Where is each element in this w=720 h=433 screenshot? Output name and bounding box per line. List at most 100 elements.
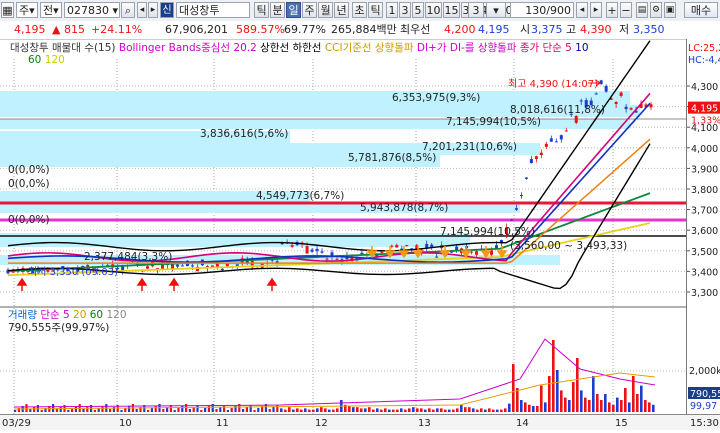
volume-bar-76: [584, 397, 587, 412]
volume-bar-69: [556, 370, 559, 412]
period-button-4[interactable]: 월: [318, 2, 333, 18]
volume-bar-90: [640, 385, 643, 412]
legend-series-lower: 하한선: [292, 42, 322, 54]
volume-bar-33: [412, 407, 415, 412]
volume-bar-early-14: [67, 410, 70, 412]
volume-bar-63: [532, 406, 535, 412]
price-info-bar: 4,195 ▲ 815 +24.11% 67,906,201 589.57% 6…: [0, 21, 720, 40]
stock-name-field: 대성창투: [176, 2, 250, 18]
candle-body-125: [629, 108, 633, 110]
candle-body-114: [574, 115, 578, 123]
volume-bar-67: [548, 376, 551, 412]
legend-series-ma10: 10: [575, 42, 589, 54]
time-label-0: 03/29: [2, 418, 31, 429]
low-price: 3,350: [633, 23, 665, 36]
volume-bar-64: [536, 406, 539, 412]
candle-body-43: [220, 268, 224, 271]
volume-bar-18: [352, 407, 355, 412]
price-chart[interactable]: 6,353,975(9,3%) 8,018,616(11,8%) 7,145,994…: [0, 39, 686, 414]
volume-bar-early-55: [223, 405, 226, 412]
volume-bar-early-62: [249, 405, 252, 412]
price-tick-label-6: 3,700: [691, 206, 718, 217]
price-tick-label-0: 4,300: [691, 82, 718, 93]
settings-icon[interactable]: ⚙: [650, 2, 662, 18]
candle-body-61: [310, 249, 314, 252]
count-select-value: 3: [472, 4, 480, 17]
candle-body-90: [455, 246, 459, 251]
volume-bar-61: [524, 402, 527, 412]
next-arrow-icon[interactable]: ▸: [148, 2, 158, 18]
volume-bar-39: [436, 408, 439, 412]
volume-bar-24: [376, 408, 379, 412]
volume-bar-43: [452, 409, 455, 412]
volume-bar-7: [308, 409, 311, 412]
prev-arrow-icon[interactable]: ◂: [137, 2, 147, 18]
mode-select[interactable]: 전▾: [40, 2, 62, 18]
volume-bar-58: [512, 364, 515, 412]
volume-bar-66: [544, 402, 547, 412]
interval-button-3[interactable]: 3: [399, 2, 411, 18]
volume-bar-54: [496, 409, 499, 412]
subperiod-button-1[interactable]: 틱: [368, 2, 383, 18]
volume-bar-5: [300, 409, 303, 412]
range-annotation: (3,560,00 ~ 3,493,33): [510, 240, 627, 252]
volume-profile-label-1: 8,018,616(11,8%): [510, 104, 605, 116]
volume-bar-48: [472, 408, 475, 412]
search-icon[interactable]: ⌕: [121, 2, 135, 18]
expand-icon[interactable]: +: [606, 2, 618, 18]
stock-code-input[interactable]: 027830 ▾: [64, 2, 120, 18]
grid-icon[interactable]: ▤: [636, 2, 648, 18]
candle-body-129: [649, 104, 653, 108]
volume-bar-82: [608, 402, 611, 412]
volume-bar-early-3: [25, 404, 28, 412]
volume-bar-14: [336, 408, 339, 412]
period-button-0[interactable]: 틱: [254, 2, 269, 18]
volume-bar-60: [520, 400, 523, 412]
interval-button-1[interactable]: 1: [386, 2, 398, 18]
volume-bar-early-54: [219, 407, 222, 412]
calendar-icon[interactable]: ▦: [1, 2, 14, 18]
scroll-right-icon[interactable]: ▸: [590, 2, 602, 18]
volume-bar-early-12: [59, 407, 62, 412]
volume-bar-37: [428, 408, 431, 412]
shrink-icon[interactable]: −: [620, 2, 632, 18]
toolbar: ▦ 주▾ 전▾ 027830 ▾ ⌕ ◂ ▸ 신 대성창투 틱분일주월년초틱13…: [0, 0, 720, 22]
candle-body-62: [315, 248, 319, 252]
volume-ma5: 5: [63, 309, 70, 321]
count-dropdown[interactable]: ▾: [486, 2, 506, 18]
buy-button[interactable]: 매수: [684, 2, 718, 18]
volume-profile-label-10: 0(0,0%): [8, 214, 50, 226]
volume-bar-46: [464, 407, 467, 412]
lock-icon[interactable]: ▣: [664, 2, 676, 18]
volume-bar-2: [288, 407, 291, 412]
legend-series-bollinger: Bollinger Bands중심선 20.2: [118, 42, 257, 54]
interval-button-10[interactable]: 10: [425, 2, 442, 18]
volume-bar-53: [492, 409, 495, 412]
candle-body-123: [619, 92, 623, 96]
volume-ma60: 60: [89, 309, 104, 321]
volume-bar-81: [604, 394, 607, 412]
period-button-1[interactable]: 분: [270, 2, 285, 18]
volume-bar-30: [400, 408, 403, 412]
scroll-left-icon[interactable]: ◂: [576, 2, 588, 18]
candle-body-105: [529, 159, 533, 164]
period-button-5[interactable]: 년: [334, 2, 349, 18]
volume-bar-20: [360, 408, 363, 412]
legend-series-ma120: 120: [44, 54, 65, 66]
time-label-1: 10: [119, 418, 132, 429]
subperiod-button-0[interactable]: 초: [352, 2, 367, 18]
volume-bar-early-49: [200, 410, 203, 412]
market-select[interactable]: 주▾: [16, 2, 38, 18]
volume-bar-early-36: [150, 408, 153, 412]
chart-canvas[interactable]: 6,353,975(9,3%)8,018,616(11,8%)7,145,994…: [0, 39, 686, 414]
volume-bar-79: [596, 394, 599, 412]
volume-bar-93: [652, 404, 655, 412]
volume-bar-early-25: [109, 409, 112, 412]
period-button-3[interactable]: 주: [302, 2, 317, 18]
interval-button-5[interactable]: 5: [412, 2, 424, 18]
count-select[interactable]: 3: [468, 2, 484, 18]
period-button-2[interactable]: 일: [286, 2, 301, 18]
candle-body-115: [579, 100, 583, 102]
volume-bar-early-19: [86, 407, 89, 412]
interval-button-15[interactable]: 15: [443, 2, 460, 18]
